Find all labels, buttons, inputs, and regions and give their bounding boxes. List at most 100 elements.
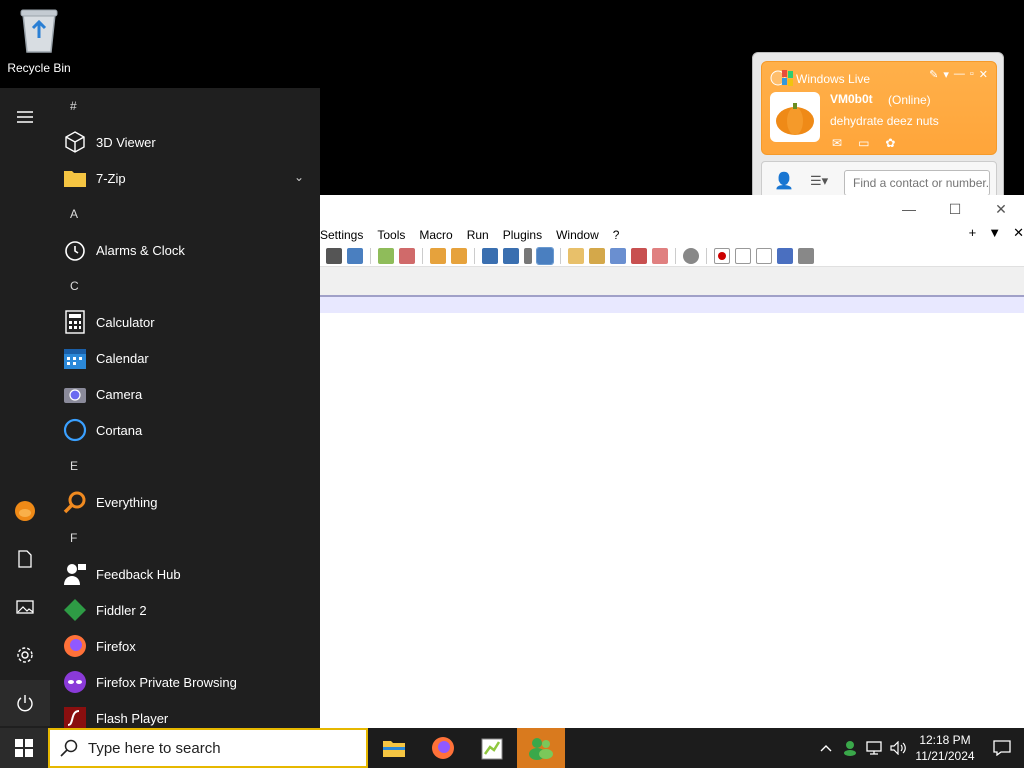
action-center-button[interactable]	[980, 740, 1024, 756]
udl-icon[interactable]	[568, 247, 584, 264]
minimize-icon[interactable]: —	[954, 68, 965, 81]
show-hidden-icons[interactable]	[814, 744, 838, 752]
firefox-icon	[62, 633, 88, 659]
add-contact-icon[interactable]: 👤	[774, 171, 794, 191]
documents-button[interactable]	[0, 536, 50, 582]
paint-icon[interactable]: ✎	[929, 68, 938, 81]
cortana-icon	[62, 417, 88, 443]
folder-workspace-icon[interactable]	[652, 247, 668, 264]
tray-messenger[interactable]	[838, 740, 862, 756]
section-header-c[interactable]: C	[50, 268, 320, 304]
online-status[interactable]: (Online)	[888, 93, 931, 107]
view-options-icon[interactable]: ☰▾	[810, 173, 828, 189]
chevron-down-icon[interactable]: ▾	[943, 68, 949, 81]
sync-horizontal-icon[interactable]	[451, 247, 467, 264]
play-macro-icon[interactable]	[756, 247, 772, 264]
start-button[interactable]	[0, 728, 48, 768]
sync-vertical-icon[interactable]	[430, 247, 446, 264]
app-camera[interactable]: Camera	[50, 376, 320, 412]
minimize-button[interactable]: —	[886, 195, 932, 223]
search-placeholder: Type here to search	[88, 739, 221, 757]
expand-menu-button[interactable]	[0, 94, 50, 140]
pictures-button[interactable]	[0, 584, 50, 630]
show-all-chars-icon[interactable]	[503, 247, 519, 264]
taskbar-file-explorer[interactable]	[370, 728, 418, 768]
display-picture[interactable]	[770, 92, 820, 142]
tab-list-button[interactable]: ▼	[988, 225, 1001, 241]
notepad-plus-plus-window[interactable]: — ☐ ✕ Settings Tools Macro Run Plugins W…	[320, 195, 1024, 753]
save-macro-icon[interactable]	[798, 247, 814, 264]
doc-list-icon[interactable]	[610, 247, 626, 264]
toolbar-separator	[474, 247, 475, 264]
editor-area[interactable]	[320, 313, 1024, 753]
app-flash-player[interactable]: Flash Player	[50, 700, 320, 728]
doc-map-icon[interactable]	[589, 247, 605, 264]
flash-icon	[62, 705, 88, 728]
menu-macro[interactable]: Macro	[419, 228, 452, 242]
app-firefox-private[interactable]: Firefox Private Browsing	[50, 664, 320, 700]
maximize-button[interactable]: ☐	[932, 195, 978, 223]
settings-button[interactable]	[0, 632, 50, 678]
chevron-down-icon[interactable]: ⌄	[294, 170, 304, 184]
new-tab-button[interactable]: +	[969, 225, 977, 241]
menu-plugins[interactable]: Plugins	[503, 228, 542, 242]
stop-macro-icon[interactable]	[735, 247, 751, 264]
app-fiddler[interactable]: Fiddler 2	[50, 592, 320, 628]
tray-volume[interactable]	[886, 741, 910, 755]
taskbar-clock[interactable]: 12:18 PM 11/21/2024	[910, 732, 980, 764]
replace-icon[interactable]	[347, 247, 363, 264]
dropdown-icon[interactable]	[524, 247, 532, 264]
folder-icon[interactable]: ▭	[858, 136, 869, 150]
zoom-in-icon[interactable]	[378, 247, 394, 264]
personal-message[interactable]: dehydrate deez nuts	[830, 114, 939, 128]
word-wrap-icon[interactable]	[482, 247, 498, 264]
section-header-e[interactable]: E	[50, 448, 320, 484]
taskbar-notepad-plus-plus[interactable]	[468, 728, 516, 768]
section-header-f[interactable]: F	[50, 520, 320, 556]
app-list[interactable]: # 3D Viewer 7-Zip ⌄ A Alarms & Clock C C…	[50, 88, 320, 728]
recycle-bin-shortcut[interactable]: Recycle Bin	[4, 6, 74, 75]
document-icon	[18, 550, 32, 568]
close-button[interactable]: ✕	[978, 195, 1024, 223]
maximize-icon[interactable]: ▫	[970, 68, 974, 81]
menu-run[interactable]: Run	[467, 228, 489, 242]
tray-network[interactable]	[862, 741, 886, 755]
app-firefox[interactable]: Firefox	[50, 628, 320, 664]
app-calculator[interactable]: Calculator	[50, 304, 320, 340]
taskbar-firefox[interactable]	[419, 728, 467, 768]
record-macro-icon[interactable]	[714, 247, 730, 264]
zoom-out-icon[interactable]	[399, 247, 415, 264]
app-everything[interactable]: Everything	[50, 484, 320, 520]
taskbar-messenger[interactable]	[517, 728, 565, 768]
taskbar-search[interactable]: Type here to search	[48, 728, 368, 768]
spaces-icon[interactable]: ✿	[885, 136, 895, 150]
section-header-hash[interactable]: #	[50, 88, 320, 124]
app-cortana[interactable]: Cortana	[50, 412, 320, 448]
close-tab-button[interactable]: ✕	[1013, 225, 1024, 241]
mail-icon[interactable]: ✉	[832, 136, 842, 150]
clock-date: 11/21/2024	[915, 749, 975, 763]
indent-guide-icon[interactable]	[536, 246, 554, 265]
run-macro-multiple-icon[interactable]	[777, 247, 793, 264]
menu-settings[interactable]: Settings	[320, 228, 363, 242]
tab-strip[interactable]	[320, 267, 1024, 297]
find-icon[interactable]	[326, 247, 342, 264]
menu-window[interactable]: Window	[556, 228, 599, 242]
close-icon[interactable]: ✕	[979, 68, 988, 81]
app-3d-viewer[interactable]: 3D Viewer	[50, 124, 320, 160]
app-feedback-hub[interactable]: Feedback Hub	[50, 556, 320, 592]
function-list-icon[interactable]	[631, 247, 647, 264]
monitoring-icon[interactable]	[683, 247, 699, 264]
menu-tools[interactable]: Tools	[377, 228, 405, 242]
app-calendar[interactable]: Calendar	[50, 340, 320, 376]
app-alarms-clock[interactable]: Alarms & Clock	[50, 232, 320, 268]
app-7-zip[interactable]: 7-Zip ⌄	[50, 160, 320, 196]
app-label: Calendar	[96, 350, 149, 366]
menu-help[interactable]: ?	[613, 228, 620, 242]
messenger-window[interactable]: Windows Live ✎ ▾ — ▫ ✕ VM0b0t (Online) d…	[752, 52, 1004, 201]
contact-search-input[interactable]	[844, 170, 990, 196]
power-button[interactable]	[0, 680, 50, 726]
section-header-a[interactable]: A	[50, 196, 320, 232]
user-account-button[interactable]	[0, 488, 50, 534]
window-titlebar[interactable]: — ☐ ✕	[320, 195, 1024, 225]
